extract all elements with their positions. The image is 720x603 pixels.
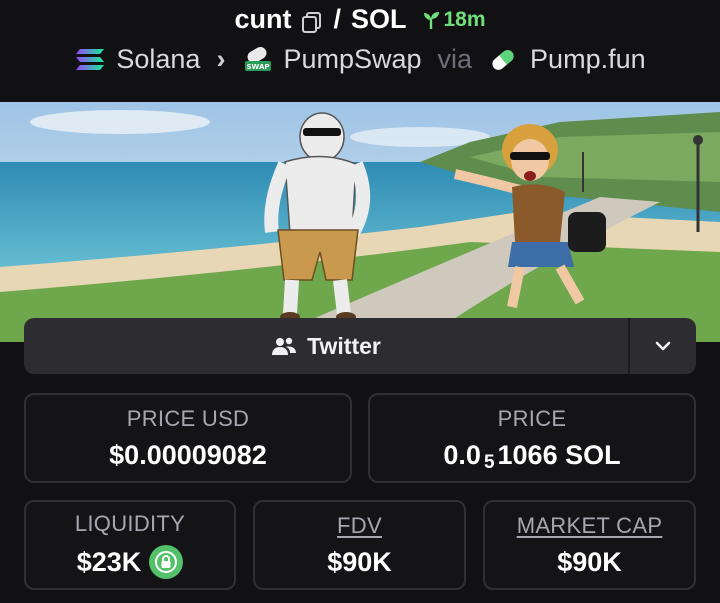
market-cap-card: MARKET CAP $90K — [483, 500, 696, 590]
twitter-label: Twitter — [307, 332, 381, 359]
liquidity-value: $23K — [76, 546, 142, 577]
fdv-label[interactable]: FDV — [337, 513, 382, 539]
price-usd-label: PRICE USD — [126, 405, 250, 431]
users-icon — [272, 337, 297, 355]
price-native-suffix: 1066 SOL — [497, 439, 621, 470]
price-usd-card: PRICE USD $0.00009082 — [24, 393, 352, 483]
pair-title: cunt / SOL 18m — [0, 4, 720, 35]
breadcrumb-dex[interactable]: PumpSwap — [283, 44, 421, 75]
pair-age-text: 18m — [443, 7, 486, 31]
pair-age: 18m — [421, 8, 486, 32]
fdv-card: FDV $90K — [253, 500, 466, 590]
pair-header: cunt / SOL 18m Solana › SWAP PumpSwap vi… — [0, 0, 720, 102]
pill-icon — [488, 47, 520, 73]
token-banner-image — [0, 102, 720, 342]
token-symbol: cunt — [234, 4, 292, 34]
twitter-button[interactable]: Twitter — [24, 318, 628, 374]
price-native-prefix: 0.0 — [443, 439, 481, 470]
sprout-icon — [423, 11, 439, 29]
liquidity-value-row: $23K — [77, 545, 184, 579]
price-usd-value: $0.00009082 — [109, 439, 267, 470]
liquidity-card: LIQUIDITY $23K — [24, 500, 236, 590]
price-native-zero-count: 5 — [483, 452, 495, 473]
svg-text:SWAP: SWAP — [247, 63, 270, 71]
breadcrumb-launchpad[interactable]: Pump.fun — [530, 44, 646, 75]
chevron-right-icon: › — [216, 44, 226, 74]
price-native-value: 0.0 5 1066 SOL — [443, 439, 621, 474]
socials-bar: Twitter — [24, 318, 696, 374]
market-cap-label[interactable]: MARKET CAP — [517, 513, 663, 539]
socials-dropdown-button[interactable] — [630, 318, 696, 374]
breadcrumb: Solana › SWAP PumpSwap via Pump.fun — [0, 44, 720, 75]
liquidity-label: LIQUIDITY — [74, 511, 186, 536]
solana-icon — [74, 47, 106, 73]
chevron-down-icon — [655, 341, 671, 351]
lock-icon[interactable] — [149, 545, 184, 579]
quote-symbol: SOL — [350, 4, 407, 34]
pumpswap-icon: SWAP — [241, 46, 273, 73]
fdv-value: $90K — [327, 546, 392, 577]
market-cap-value: $90K — [557, 546, 622, 577]
price-native-label: PRICE — [497, 405, 567, 431]
breadcrumb-chain[interactable]: Solana — [116, 44, 200, 75]
via-text: via — [437, 44, 473, 74]
price-native-card: PRICE 0.0 5 1066 SOL — [368, 393, 696, 483]
pair-separator: / — [333, 4, 341, 34]
copy-icon[interactable] — [301, 9, 323, 33]
